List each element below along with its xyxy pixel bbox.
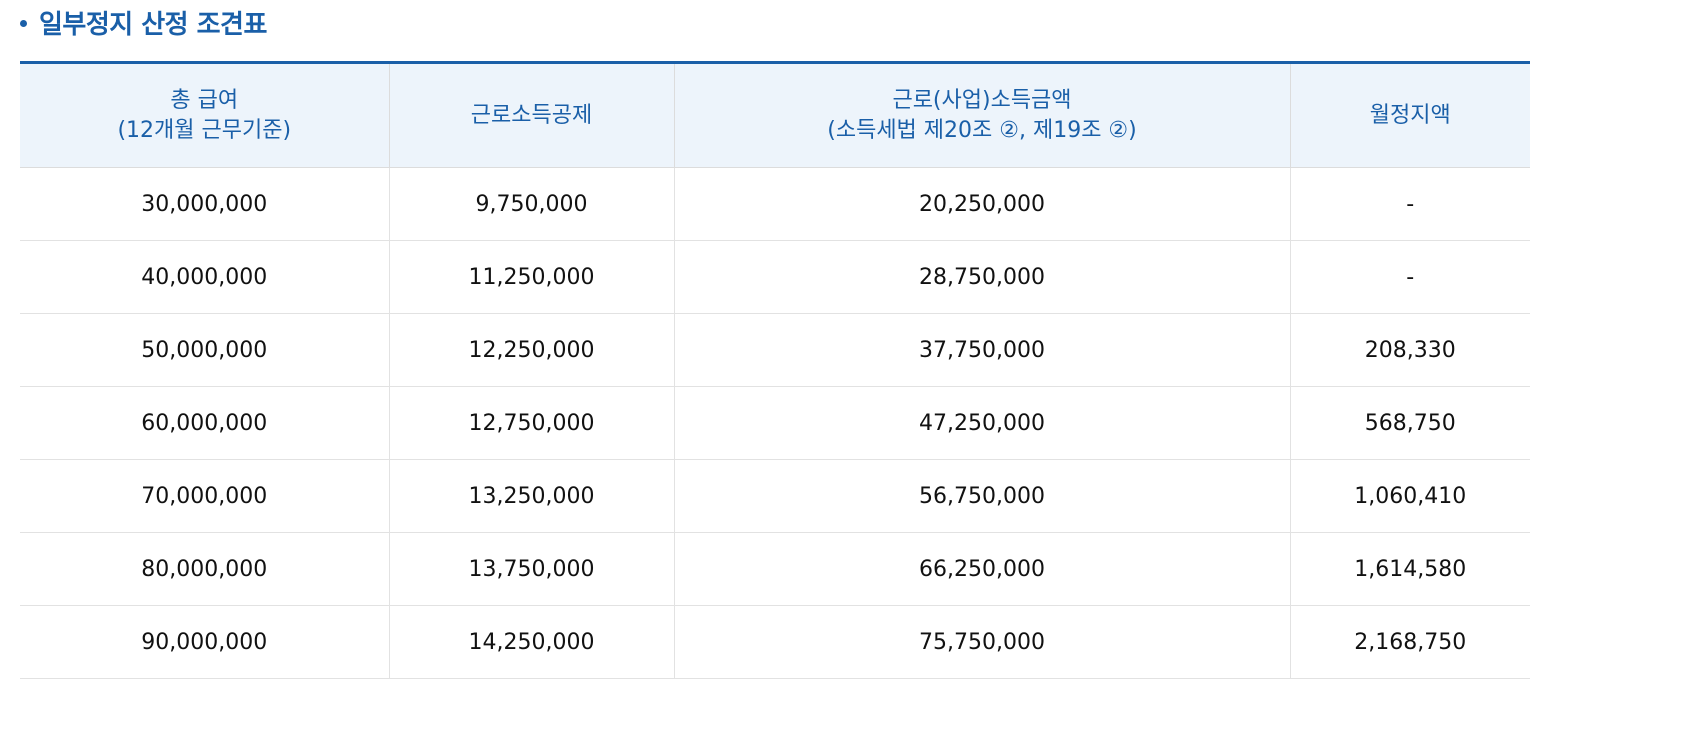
cell-income-amount: 20,250,000: [673, 167, 1290, 241]
header-total-salary: 총 급여 (12개월 근무기준): [20, 62, 389, 168]
table-body: 30,000,000 9,750,000 20,250,000 - 40,000…: [20, 167, 1530, 679]
section-title: 일부정지 산정 조견표: [20, 2, 267, 42]
table-row: 80,000,000 13,750,000 66,250,000 1,614,5…: [20, 532, 1530, 606]
header-row: 총 급여 (12개월 근무기준) 근로소득공제 근로(사업)소득금액 (소득세법…: [20, 62, 1530, 168]
cell-total-salary: 60,000,000: [20, 386, 389, 460]
header-line: 근로소득공제: [470, 102, 593, 128]
header-monthly-suspension: 월정지액: [1289, 62, 1530, 168]
cell-income-amount: 66,250,000: [673, 532, 1290, 606]
cell-monthly-suspension: -: [1289, 167, 1530, 241]
cell-monthly-suspension: -: [1289, 240, 1530, 314]
cell-total-salary: 80,000,000: [20, 532, 389, 606]
section-title-text: 일부정지 산정 조견표: [39, 9, 267, 40]
table-header: 총 급여 (12개월 근무기준) 근로소득공제 근로(사업)소득금액 (소득세법…: [20, 62, 1530, 168]
cell-monthly-suspension: 208,330: [1289, 313, 1530, 387]
cell-total-salary: 70,000,000: [20, 459, 389, 533]
cell-monthly-suspension: 568,750: [1289, 386, 1530, 460]
table-row: 50,000,000 12,250,000 37,750,000 208,330: [20, 313, 1530, 387]
cell-deduction: 12,750,000: [388, 386, 674, 460]
cell-income-amount: 75,750,000: [673, 605, 1290, 679]
cell-total-salary: 30,000,000: [20, 167, 389, 241]
header-line: 월정지액: [1369, 102, 1451, 128]
bullet-icon: [20, 19, 27, 27]
header-line: (12개월 근무기준): [117, 117, 292, 143]
cell-deduction: 11,250,000: [388, 240, 674, 314]
cell-income-amount: 47,250,000: [673, 386, 1290, 460]
cell-total-salary: 50,000,000: [20, 313, 389, 387]
cell-total-salary: 40,000,000: [20, 240, 389, 314]
cell-deduction: 14,250,000: [388, 605, 674, 679]
cell-monthly-suspension: 1,614,580: [1289, 532, 1530, 606]
cell-deduction: 9,750,000: [388, 167, 674, 241]
header-line: 총 급여: [170, 87, 239, 113]
cell-income-amount: 56,750,000: [673, 459, 1290, 533]
cell-deduction: 12,250,000: [388, 313, 674, 387]
header-line: (소득세법 제20조 ②, 제19조 ②): [827, 117, 1137, 143]
table-row: 60,000,000 12,750,000 47,250,000 568,750: [20, 386, 1530, 460]
table-row: 40,000,000 11,250,000 28,750,000 -: [20, 240, 1530, 314]
header-line: 근로(사업)소득금액: [892, 87, 1072, 113]
table-row: 90,000,000 14,250,000 75,750,000 2,168,7…: [20, 605, 1530, 679]
table-row: 70,000,000 13,250,000 56,750,000 1,060,4…: [20, 459, 1530, 533]
table-row: 30,000,000 9,750,000 20,250,000 -: [20, 167, 1530, 241]
cell-monthly-suspension: 1,060,410: [1289, 459, 1530, 533]
cell-income-amount: 28,750,000: [673, 240, 1290, 314]
header-income-amount: 근로(사업)소득금액 (소득세법 제20조 ②, 제19조 ②): [673, 62, 1290, 168]
cell-income-amount: 37,750,000: [673, 313, 1290, 387]
header-earned-income-deduction: 근로소득공제: [388, 62, 674, 168]
cell-deduction: 13,250,000: [388, 459, 674, 533]
cell-monthly-suspension: 2,168,750: [1289, 605, 1530, 679]
cell-total-salary: 90,000,000: [20, 605, 389, 679]
suspension-table: 총 급여 (12개월 근무기준) 근로소득공제 근로(사업)소득금액 (소득세법…: [20, 61, 1530, 679]
page: 일부정지 산정 조견표 총 급여 (12개월 근무기준) 근로소득공제 근로(사…: [0, 0, 1693, 739]
cell-deduction: 13,750,000: [388, 532, 674, 606]
